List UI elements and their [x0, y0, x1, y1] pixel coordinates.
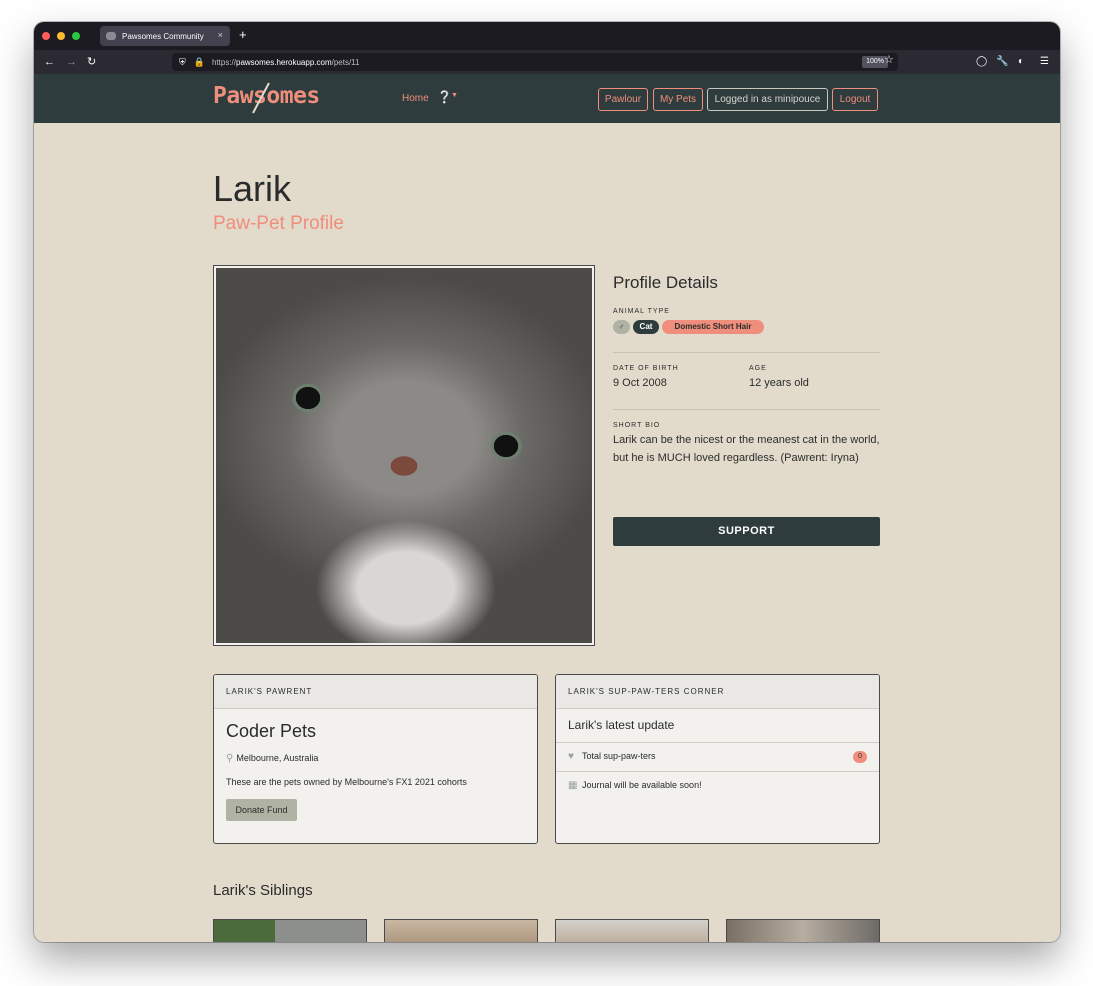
animal-type-badge: Cat	[633, 320, 659, 334]
lock-icon[interactable]: 🔒	[194, 57, 205, 68]
menu-icon[interactable]: ☰	[1040, 55, 1049, 69]
reload-icon[interactable]: ↻	[87, 54, 96, 70]
supporters-card-header: LARIK'S SUP-PAW-TERS CORNER	[556, 675, 879, 709]
pet-photo	[216, 268, 592, 643]
journal-note: Journal will be available soon!	[582, 780, 702, 790]
donate-fund-button[interactable]: Donate Fund	[226, 799, 297, 821]
sibling-card[interactable]	[555, 919, 709, 942]
maximize-window-button[interactable]	[72, 32, 80, 40]
browser-tab-bar: Pawsomes Community × +	[34, 22, 1060, 50]
page-subtitle: Paw-Pet Profile	[213, 213, 344, 234]
bookmark-star-icon[interactable]: ☆	[884, 53, 894, 66]
pawlour-button[interactable]: Pawlour	[598, 88, 648, 111]
pawrent-name: Coder Pets	[226, 721, 317, 741]
site-header: Pawsomes Home ❔ ▼ Pawlour My Pets Logged…	[34, 74, 1060, 123]
supporters-count-badge: 0	[853, 751, 867, 763]
window-controls	[42, 32, 80, 40]
browser-toolbar: ← → ↻ ⛨ 🔒 https://pawsomes.herokuapp.com…	[34, 50, 1060, 74]
calendar-icon: ▦	[568, 780, 578, 791]
page-title: Larik	[213, 168, 292, 209]
url-text[interactable]: https://pawsomes.herokuapp.com/pets/11	[212, 58, 360, 67]
supporters-card: LARIK'S SUP-PAW-TERS CORNER Larik's late…	[555, 674, 880, 844]
close-window-button[interactable]	[42, 32, 50, 40]
extension-icon[interactable]: ◐	[1018, 55, 1024, 69]
siblings-title: Larik's Siblings	[213, 882, 313, 899]
tab-title: Pawsomes Community	[122, 31, 204, 41]
new-tab-button[interactable]: +	[239, 27, 247, 43]
logged-in-user-button[interactable]: Logged in as minipouce	[707, 88, 828, 111]
divider	[613, 409, 880, 410]
pawrent-location: ⚲ Melbourne, Australia	[226, 753, 318, 764]
help-icon[interactable]: ❔	[437, 90, 452, 104]
map-pin-icon: ⚲	[226, 753, 234, 764]
latest-update-title: Larik's latest update	[568, 718, 675, 732]
sibling-card[interactable]	[384, 919, 538, 942]
age-value: 12 years old	[749, 377, 809, 389]
total-supporters-label: Total sup-paw-ters	[582, 751, 656, 761]
pawrent-card-header: LARIK'S PAWRENT	[214, 675, 537, 709]
bio-label: SHORT BIO	[613, 422, 661, 429]
pocket-icon[interactable]: ◯	[976, 55, 987, 69]
divider	[613, 352, 880, 353]
nav-home-link[interactable]: Home	[402, 93, 429, 104]
minimize-window-button[interactable]	[57, 32, 65, 40]
dob-label: DATE OF BIRTH	[613, 365, 679, 372]
dob-value: 9 Oct 2008	[613, 377, 667, 389]
age-label: AGE	[749, 365, 767, 372]
total-supporters-row: ♥ Total sup-paw-ters 0	[556, 742, 879, 771]
journal-row: ▦ Journal will be available soon!	[556, 771, 879, 800]
pawrent-description: These are the pets owned by Melbourne's …	[226, 777, 467, 787]
favicon-icon	[106, 32, 116, 40]
pet-photo-frame	[213, 265, 595, 646]
chevron-down-icon[interactable]: ▼	[451, 92, 458, 99]
sibling-card[interactable]	[726, 919, 880, 942]
wrench-icon[interactable]: 🔧	[996, 55, 1008, 69]
animal-type-label: ANIMAL TYPE	[613, 308, 670, 315]
pawrent-location-text: Melbourne, Australia	[236, 753, 319, 763]
profile-details-title: Profile Details	[613, 273, 718, 292]
logout-button[interactable]: Logout	[832, 88, 878, 111]
forward-icon[interactable]: →	[66, 54, 77, 70]
browser-window: Pawsomes Community × + ← → ↻ ⛨ 🔒 https:/…	[34, 22, 1060, 942]
breed-badge: Domestic Short Hair	[662, 320, 764, 334]
shield-icon[interactable]: ⛨	[179, 57, 186, 68]
sex-badge: ♂	[613, 320, 630, 334]
pawrent-card: LARIK'S PAWRENT Coder Pets ⚲ Melbourne, A…	[213, 674, 538, 844]
back-icon[interactable]: ←	[44, 54, 55, 70]
address-bar[interactable]: ⛨ 🔒 https://pawsomes.herokuapp.com/pets/…	[172, 53, 898, 71]
browser-tab[interactable]: Pawsomes Community ×	[100, 26, 230, 46]
heart-icon: ♥	[568, 751, 574, 762]
close-tab-icon[interactable]: ×	[218, 30, 223, 40]
my-pets-button[interactable]: My Pets	[653, 88, 703, 111]
bio-text: Larik can be the nicest or the meanest c…	[613, 434, 880, 464]
support-button[interactable]: SUPPORT	[613, 517, 880, 546]
sibling-card[interactable]	[213, 919, 367, 942]
